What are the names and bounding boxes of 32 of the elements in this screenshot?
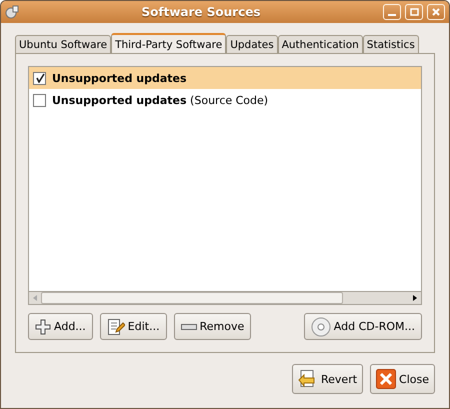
maximize-icon <box>410 8 418 16</box>
edit-button[interactable]: Edit... <box>100 313 167 340</box>
cdrom-button[interactable]: Add CD-ROM... <box>304 313 422 340</box>
source-label: Unsupported updates (Source Code) <box>52 94 268 106</box>
add-button[interactable]: Add... <box>28 313 93 340</box>
app-icon <box>5 5 19 19</box>
checkbox[interactable] <box>33 94 46 106</box>
close-button[interactable]: Close <box>370 364 435 394</box>
plus-icon <box>35 318 51 334</box>
disc-icon <box>310 316 331 336</box>
source-label: Unsupported updates <box>52 72 187 84</box>
close-icon <box>376 369 396 389</box>
minimize-button[interactable] <box>383 4 401 20</box>
window-title: Software Sources <box>140 5 262 19</box>
tab[interactable]: Third-Party Software <box>111 33 226 54</box>
right-arrow-icon[interactable] <box>413 295 417 301</box>
tab[interactable]: Updates <box>226 35 278 53</box>
tab[interactable]: Authentication <box>278 35 363 53</box>
close-button[interactable] <box>427 4 445 20</box>
tab[interactable]: Ubuntu Software <box>15 35 112 53</box>
document-pencil-icon <box>106 318 125 336</box>
maximize-button[interactable] <box>405 4 423 20</box>
source-row[interactable]: Unsupported updates (Source Code) <box>29 89 421 111</box>
source-row[interactable]: Unsupported updates <box>29 67 421 89</box>
minus-icon <box>180 324 197 330</box>
left-arrow-icon[interactable] <box>33 295 37 301</box>
tab[interactable]: Statistics <box>362 35 419 53</box>
remove-button[interactable]: Remove <box>174 313 252 340</box>
checkbox[interactable] <box>33 72 46 84</box>
close-icon <box>432 8 440 16</box>
revert-button[interactable]: Revert <box>292 364 364 394</box>
horizontal-scrollbar[interactable] <box>28 292 422 305</box>
